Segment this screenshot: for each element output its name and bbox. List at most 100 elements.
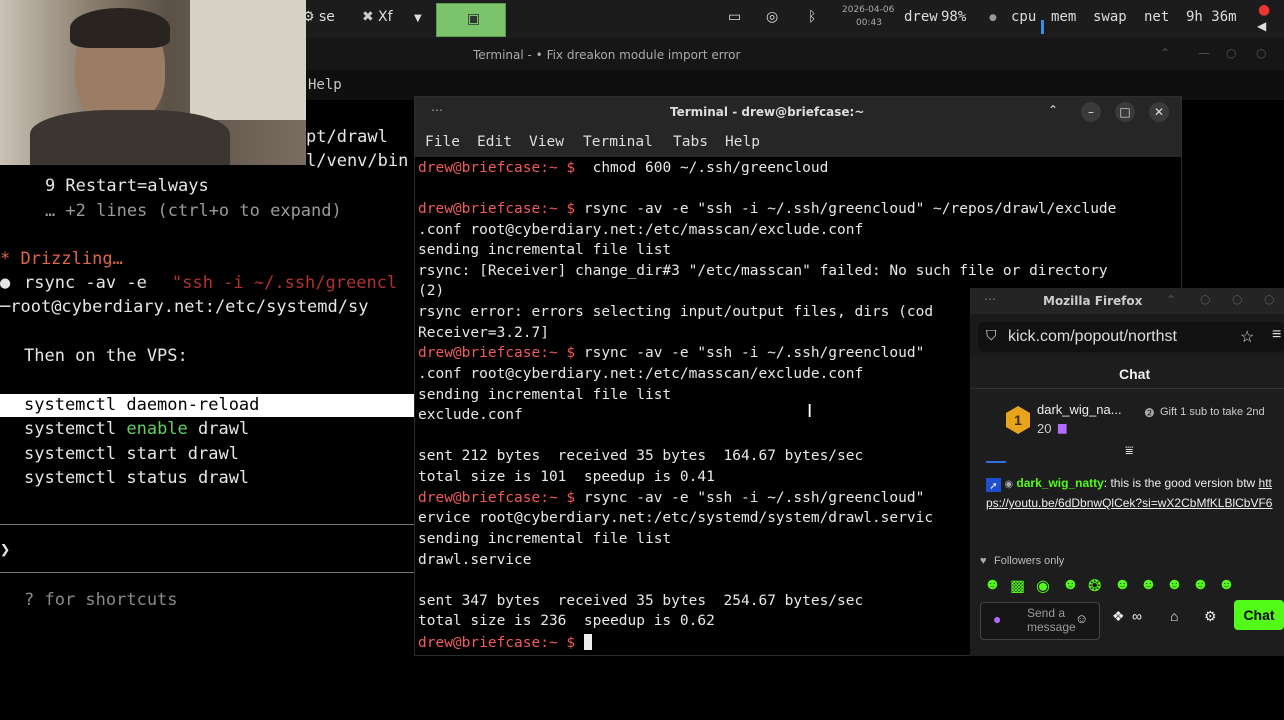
workspace-button[interactable]: ▣ [436,3,506,37]
menu-help[interactable]: Help [725,134,760,150]
input-prompt-icon[interactable]: ❯ [0,540,10,560]
firefox-title: Mozilla Firefox [1043,294,1143,308]
prompt: drew@briefcase:~ $ [418,160,576,176]
task-label-1[interactable]: se [319,9,335,25]
xfce-icon[interactable]: ✖ [362,9,374,25]
bluetooth-icon[interactable]: ᛒ [808,9,816,25]
terminal-icon: ▣ [467,11,481,27]
volume-icon[interactable]: ◀ [1257,19,1266,33]
firefox-close-icon[interactable]: ○ [1264,292,1274,306]
terminal-up-icon[interactable]: ⌃ [1048,103,1058,117]
text-cursor [583,634,592,650]
microphone-icon[interactable]: ● [993,611,1001,627]
emote-icon[interactable]: ☻ [1218,576,1235,594]
command-text: rsync -av -e "ssh -i ~/.ssh/greencloud" [575,490,925,506]
restart-line: 9 Restart=always [4,176,209,196]
followers-only-label: Followers only [994,555,1065,567]
kick-chat-panel: Chat 1 dark_wig_na... 20 ▆ ❷ Gift 1 sub … [970,356,1284,656]
output-line: drawl.service [418,552,532,568]
infinity-icon[interactable]: ∞ [1132,608,1142,624]
chat-send-button[interactable]: Chat [1234,600,1284,630]
task-label-2[interactable]: Xf [378,9,393,25]
url-text[interactable]: kick.com/popout/northst [1008,328,1240,346]
emote-icon[interactable]: ◉ [1036,576,1050,596]
terminal-menu-dots-icon[interactable]: ⋯ [431,103,443,117]
emote-icon[interactable]: ☻ [1114,576,1131,594]
shield-icon[interactable]: ⛉ [986,327,997,344]
menu-tabs[interactable]: Tabs [673,134,708,150]
output-line: total size is 236 speedup is 0.62 [418,613,715,629]
emote-icon[interactable]: ☻ [1062,576,1079,594]
background-window-title: Terminal - • Fix dreakon module import e… [473,48,741,62]
prompt: drew@briefcase:~ $ [418,635,576,651]
emote-icon[interactable]: ▩ [1010,576,1025,596]
bg-menu-help[interactable]: Help [308,77,342,93]
cmd-line-rsync-3: drew@briefcase:~ $ rsync -av -e "ssh -i … [418,490,924,506]
firefox-minimize-icon[interactable]: ○ [1200,292,1210,306]
url-bar[interactable]: ⛉ kick.com/popout/northst ☆ ≡ [978,322,1284,352]
message-text: : this is the good version btw [1103,476,1259,490]
microphone-icon[interactable]: ● [1258,2,1270,18]
menu-edit[interactable]: Edit [477,134,512,150]
message-username[interactable]: dark_wig_natty [1016,476,1103,490]
prompt: drew@briefcase:~ $ [418,201,576,217]
bg-close-icon[interactable]: ○ [1256,46,1266,60]
command-text: chmod 600 ~/.ssh/greencloud [575,160,829,176]
emote-icon[interactable]: ☻ [1192,576,1209,594]
command-text: rsync -av -e "ssh -i ~/.ssh/greencloud" [575,345,925,361]
swap-label: swap [1093,9,1127,25]
gift-cta-text[interactable]: Gift 1 sub to take 2nd [1160,406,1270,418]
network-icon[interactable]: ◎ [766,9,778,25]
cpu-meter [1041,20,1044,34]
firefox-up-icon[interactable]: ⌃ [1166,293,1176,307]
emoji-icon[interactable]: ☺ [1075,611,1088,626]
settings-gear-icon[interactable]: ⚙ [1204,608,1217,625]
menu-terminal[interactable]: Terminal [583,134,653,150]
terminal-menubar: File Edit View Terminal Tabs Help [415,127,1181,157]
bg-minimize-icon[interactable]: — [1198,46,1210,60]
message-input[interactable]: ● Send a message ☺ [980,602,1100,640]
webcam-overlay [0,0,306,165]
cmd-line-rsync-2: drew@briefcase:~ $ rsync -av -e "ssh -i … [418,345,924,361]
gift-icon: ▆ [1058,422,1067,434]
status-drizzling: * Drizzling… [0,249,123,269]
firefox-menu-dots-icon[interactable]: ⋯ [984,292,996,306]
menu-file[interactable]: File [425,134,460,150]
firefox-titlebar[interactable]: ⋯ Mozilla Firefox ⌃ ○ ○ ○ [970,288,1284,314]
cmd-start: systemctl start drawl [24,444,239,464]
terminal-titlebar[interactable]: ⋯ Terminal - drew@briefcase:~ ⌃ – □ ✕ [415,97,1181,127]
store-icon[interactable]: ⌂ [1170,608,1178,624]
firefox-window[interactable]: ⋯ Mozilla Firefox ⌃ ○ ○ ○ ⛉ kick.com/pop… [970,288,1284,656]
cmd-line-chmod: drew@briefcase:~ $ chmod 600 ~/.ssh/gree… [418,160,828,176]
chat-header-divider [970,388,1284,389]
hamburger-menu-icon[interactable]: ≡ [1272,326,1281,344]
output-line: .conf root@cyberdiary.net:/etc/masscan/e… [418,222,864,238]
cmd-enable-suffix: drawl [187,419,250,439]
output-line: sent 347 bytes received 35 bytes 254.67 … [418,593,864,609]
terminal-maximize-icon[interactable]: □ [1115,102,1135,122]
emote-icon[interactable]: ☻ [984,576,1001,594]
output-line: sent 212 bytes received 35 bytes 164.67 … [418,448,864,464]
mem-label: mem [1051,9,1077,25]
cmd-enable-keyword: enable [126,419,188,439]
emote-icon[interactable]: ☻ [1166,576,1183,594]
bookmark-star-icon[interactable]: ☆ [1240,327,1254,347]
firefox-maximize-icon[interactable]: ○ [1232,292,1242,306]
emote-icon[interactable]: ❂ [1088,576,1101,596]
top-gifter-name[interactable]: dark_wig_na... [1037,402,1122,417]
terminal-minimize-icon[interactable]: – [1081,102,1101,122]
bg-up-icon[interactable]: ⌃ [1160,46,1170,60]
menu-view[interactable]: View [529,134,564,150]
webcam-wall [190,0,306,120]
bits-icon[interactable]: ❖ [1112,608,1125,625]
collapse-icon[interactable]: ⩸ [1125,442,1134,459]
cmd-line-current[interactable]: drew@briefcase:~ $ [418,634,592,651]
bg-maximize-icon[interactable]: ○ [1226,46,1236,60]
emote-icon[interactable]: ☻ [1140,576,1157,594]
input-divider-bottom [0,572,415,573]
chevron-down-icon[interactable]: ▼ [414,13,422,24]
terminal-close-icon[interactable]: ✕ [1149,102,1169,122]
prompt: drew@briefcase:~ $ [418,345,576,361]
cmd-daemon-reload: systemctl daemon-reload [24,395,260,415]
screen-icon[interactable]: ▭ [728,9,741,25]
